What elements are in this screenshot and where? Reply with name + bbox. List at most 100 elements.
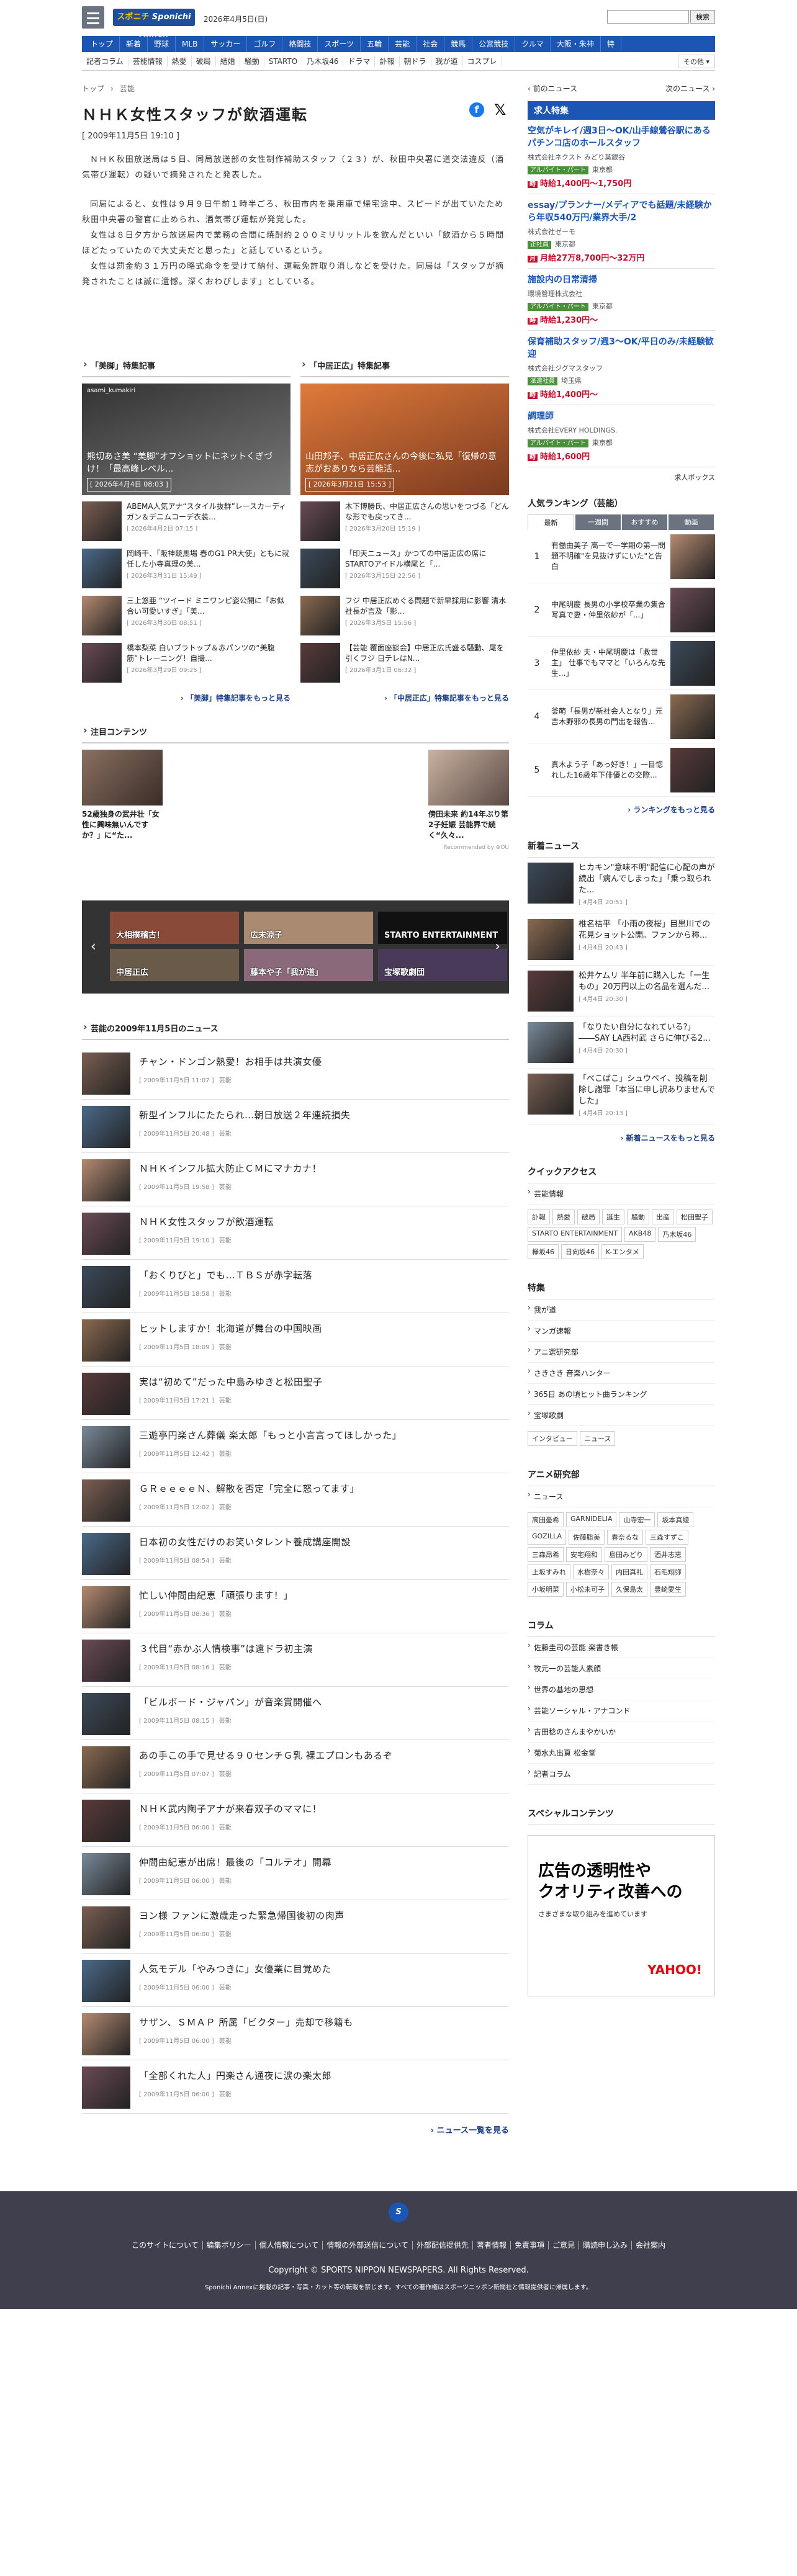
ranking-tab[interactable]: 最新 bbox=[528, 514, 574, 530]
ranking-tab[interactable]: 一週間 bbox=[575, 514, 621, 530]
job-item[interactable]: essay/プランナー/メディアでも話題/未経験から年収540万円/業界大手/2… bbox=[528, 194, 715, 269]
subnav-item[interactable]: 破局 bbox=[192, 56, 216, 66]
column-item[interactable]: 佐藤圭司の芸能 楽書き帳 bbox=[528, 1637, 715, 1658]
news-item[interactable]: 「おくりびと」でも…ＴＢＳが赤字転落 [ 2009年11月5日 18:58 ] 芸能 bbox=[82, 1260, 509, 1313]
anime-tag[interactable]: 春奈るな bbox=[607, 1530, 643, 1545]
hamburger-menu-icon[interactable] bbox=[82, 6, 104, 29]
column-item[interactable]: 記者コラム bbox=[528, 1764, 715, 1785]
gnav-item[interactable]: トップ bbox=[84, 36, 120, 52]
subnav-item[interactable]: 乃木坂46 bbox=[302, 56, 344, 66]
carousel-card[interactable]: STARTO ENTERTAINMENT bbox=[378, 912, 507, 944]
news-item[interactable]: ＮＨＫ女性スタッフが飲酒運転 [ 2009年11月5日 19:10 ] 芸能 bbox=[82, 1206, 509, 1260]
subnav-item[interactable]: 芸能情報 bbox=[128, 56, 168, 66]
attention-item[interactable]: 傍田未来 約14年ぶり第2子妊娠 芸能界で続く“久々... bbox=[428, 750, 509, 841]
subnav-item[interactable]: 騒動 bbox=[240, 56, 264, 66]
news-item[interactable]: ヒットしますか！北海道が舞台の中国映画 [ 2009年11月5日 18:09 ] 芸… bbox=[82, 1313, 509, 1367]
ranking-item[interactable]: 2 中尾明慶 長男の小学校卒業の集合写真で妻・仲里依紗が「...」 bbox=[528, 583, 715, 637]
anime-tag[interactable]: GARNIDELIA bbox=[566, 1512, 617, 1527]
anime-tag[interactable]: 三森昂希 bbox=[528, 1547, 564, 1562]
x-icon[interactable]: 𝕏 bbox=[494, 102, 509, 117]
news-item[interactable]: チャン・ドンゴン熱愛！お相手は共演女優 [ 2009年11月5日 11:07 ] 芸… bbox=[82, 1046, 509, 1100]
news-item[interactable]: ３代目“赤かぶ人情検事”は遠ドラ初主演 [ 2009年11月5日 08:16 ] 芸… bbox=[82, 1633, 509, 1687]
footer-link[interactable]: 外部配信提供先 bbox=[412, 2241, 473, 2250]
quick-access-tag[interactable]: 破局 bbox=[577, 1209, 600, 1224]
feature-item[interactable]: 橋本梨菜 白いプラトップ＆赤パンツの“美腹筋”トレーニング！自撮... [ 202… bbox=[82, 643, 290, 684]
carousel-card[interactable]: 藤本や子「我が道」 bbox=[244, 949, 373, 981]
quick-access-tag[interactable]: 熱愛 bbox=[552, 1209, 575, 1224]
tokushu-item[interactable]: 365日 あの頃ヒット曲ランキング bbox=[528, 1384, 715, 1405]
ranking-item[interactable]: 4 釜萌「長男が新社会人となり」元吉木野邪の長男の門出を報告... bbox=[528, 690, 715, 743]
footer-link[interactable]: 免責事項 bbox=[510, 2241, 549, 2250]
ranking-item[interactable]: 5 真木よう子「あっ好き！」一目惚れした16歳年下俳優との交際... bbox=[528, 743, 715, 797]
quick-access-tag[interactable]: 松田聖子 bbox=[677, 1209, 713, 1224]
job-item[interactable]: 施設内の日常清掃 環境管理株式会社 アルバイト・パート 東京都時時給1,230円〜 bbox=[528, 269, 715, 331]
gnav-item[interactable]: 競馬 bbox=[444, 36, 473, 52]
news-item[interactable]: 日本初の女性だけのお笑いタレント養成講座開設 [ 2009年11月5日 08:54… bbox=[82, 1527, 509, 1580]
feature-more-link[interactable]: 「中居正広」特集記事をもっと見る bbox=[300, 693, 509, 703]
footer-link[interactable]: 会社案内 bbox=[632, 2241, 669, 2250]
new-news-item[interactable]: ヒカキン"意味不明"配信に心配の声が続出「病んでしまった」「乗っ取られた... [… bbox=[528, 858, 715, 914]
subnav-item[interactable]: 記者コラム bbox=[82, 56, 128, 66]
tokushu-tag[interactable]: ニュース bbox=[580, 1431, 616, 1446]
gnav-item[interactable]: 特 bbox=[601, 36, 621, 52]
job-box-logo[interactable]: 求人ボックス bbox=[528, 472, 715, 482]
news-item[interactable]: 新型インフルにたたられ…朝日放送２年連続損失 [ 2009年11月5日 20:48… bbox=[82, 1100, 509, 1153]
tokushu-tag[interactable]: インタビュー bbox=[528, 1431, 577, 1446]
anime-tag[interactable]: 酒井志恵 bbox=[650, 1547, 686, 1562]
anime-tag[interactable]: 水樹奈々 bbox=[573, 1564, 609, 1579]
news-item[interactable]: 仲間由紀恵が出席！最後の「コルテオ」開幕 [ 2009年11月5日 06:00 ]… bbox=[82, 1847, 509, 1900]
anime-item[interactable]: ニュース bbox=[528, 1486, 715, 1507]
quick-access-tag[interactable]: 乃木坂46 bbox=[658, 1227, 696, 1242]
subnav-item[interactable]: 熱愛 bbox=[168, 56, 192, 66]
news-item[interactable]: 実は“初めて”だった中島みゆきと松田聖子 [ 2009年11月5日 17:21 ]… bbox=[82, 1367, 509, 1420]
carousel-prev-icon[interactable]: ‹ bbox=[91, 939, 96, 954]
anime-tag[interactable]: 三森すずこ bbox=[646, 1530, 688, 1545]
carousel-card[interactable]: 大相撲稽古！ bbox=[110, 912, 239, 944]
job-item[interactable]: 調理師 株式会社EVERY HOLDINGS. アルバイト・パート 東京都時時給1,6… bbox=[528, 405, 715, 467]
ranking-more-link[interactable]: ランキングをもっと見る bbox=[528, 804, 715, 815]
news-list-more-link[interactable]: ニュース一覧を見る bbox=[82, 2124, 509, 2135]
gnav-item[interactable]: 公営競技 bbox=[472, 36, 516, 52]
feature-item[interactable]: ABEMA人気アナ“スタイル抜群”レースカーディガン＆デニムコーデ衣装... [ … bbox=[82, 501, 290, 542]
attention-item[interactable]: 52歳独身の武井壮「女性に興味無いんですか？」に“た... bbox=[82, 750, 163, 841]
footer-link[interactable]: ご意見 bbox=[548, 2241, 579, 2250]
news-item[interactable]: 忙しい仲間由紀恵「頑張ります！」 [ 2009年11月5日 08:36 ] 芸能 bbox=[82, 1580, 509, 1633]
ad-banner[interactable]: 広告の透明性や クオリティ改善への さまざまな取り組みを進めています YAHOO! bbox=[528, 1835, 715, 1996]
carousel-card[interactable]: 宝塚歌劇団 bbox=[378, 949, 507, 981]
anime-tag[interactable]: 坂本真綾 bbox=[657, 1512, 694, 1527]
feature-item[interactable]: 「印天ニュース」かつての中居正広の席にSTARTOアイドル横尾と「... [ 20… bbox=[300, 549, 509, 590]
quick-access-tag[interactable]: STARTO ENTERTAINMENT bbox=[528, 1227, 623, 1242]
gnav-item[interactable]: クルマ bbox=[515, 36, 551, 52]
quick-access-tag[interactable]: 騒動 bbox=[627, 1209, 649, 1224]
tokushu-item[interactable]: マンガ速報 bbox=[528, 1321, 715, 1342]
news-item[interactable]: ＧＲｅｅｅｅＮ、解散を否定「完全に怒ってます」 [ 2009年11月5日 12:0… bbox=[82, 1473, 509, 1527]
anime-tag[interactable]: 上坂すみれ bbox=[528, 1564, 570, 1579]
subnav-item[interactable]: コスプレ bbox=[463, 56, 502, 66]
quick-access-tag[interactable]: 出産 bbox=[652, 1209, 674, 1224]
search-button[interactable]: 検索 bbox=[690, 10, 715, 24]
breadcrumb-item[interactable]: 芸能 bbox=[120, 84, 135, 93]
tokushu-item[interactable]: アニ選研究部 bbox=[528, 1342, 715, 1363]
feature-main-card[interactable]: 山田邦子、中居正広さんの今後に私見「復帰の意志がおありなら芸能活... [ 202… bbox=[300, 384, 509, 495]
feature-item[interactable]: 【芸能 覆面座談会】中居正広氏盛る騒動、尾を引くフジ 日テレはN... [ 202… bbox=[300, 643, 509, 684]
anime-tag[interactable]: 山寺宏一 bbox=[619, 1512, 655, 1527]
column-item[interactable]: 芸能ソーシャル・アナコンド bbox=[528, 1700, 715, 1721]
job-item[interactable]: 空気がキレイ/週3日〜OK/山手線鶯谷駅にあるパチンコ店のホールスタッフ 株式会社… bbox=[528, 120, 715, 194]
quick-access-tag[interactable]: 誕生 bbox=[602, 1209, 624, 1224]
new-news-item[interactable]: 松井ケムリ 半年前に購入した「一生もの」20万円以上の名品を選んだ... [ 4月… bbox=[528, 966, 715, 1017]
news-item[interactable]: 三遊亭円楽さん葬儀 楽太郎「もっと小言言ってほしかった」 [ 2009年11月5日… bbox=[82, 1420, 509, 1473]
gnav-item[interactable]: MLB bbox=[176, 36, 205, 52]
quick-access-tag[interactable]: K-エンタメ bbox=[601, 1244, 644, 1259]
feature-more-link[interactable]: 「美脚」特集記事をもっと見る bbox=[82, 693, 290, 703]
column-item[interactable]: 牧元一の芸能人素顔 bbox=[528, 1658, 715, 1679]
job-item[interactable]: 保育補助スタッフ/週3〜OK/平日のみ/未経験歓迎 株式会社ジグマスタッフ 派遣社員… bbox=[528, 331, 715, 405]
anime-tag[interactable]: 内田真礼 bbox=[611, 1564, 647, 1579]
gnav-item[interactable]: サッカー bbox=[204, 36, 248, 52]
tokushu-item[interactable]: さきさき 音楽ハンター bbox=[528, 1363, 715, 1384]
footer-link[interactable]: 編集ポリシー bbox=[202, 2241, 256, 2250]
anime-tag[interactable]: 高田憂希 bbox=[528, 1512, 564, 1527]
subnav-item[interactable]: 我が道 bbox=[431, 56, 463, 66]
column-item[interactable]: 菊水丸出頁 松金堂 bbox=[528, 1743, 715, 1764]
subnav-item[interactable]: ドラマ bbox=[343, 56, 376, 66]
new-news-item[interactable]: 椎名桔平 「小雨の夜桜」目黒川での花見ショット公開。ファンから称... [ 4月4… bbox=[528, 914, 715, 966]
